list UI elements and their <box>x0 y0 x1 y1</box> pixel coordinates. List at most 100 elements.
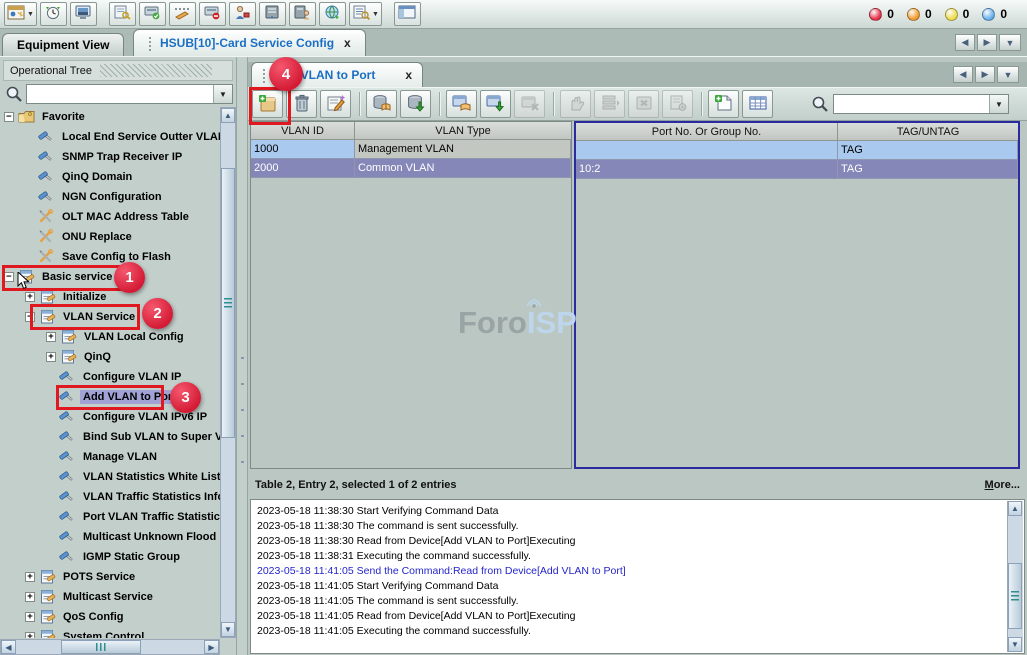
expand-icon[interactable]: + <box>25 612 35 622</box>
tab-scroll-right-icon[interactable]: ▶ <box>977 34 997 51</box>
tree-item[interactable]: Add VLAN to Port <box>0 387 220 407</box>
tree-item[interactable]: NGN Configuration <box>0 187 220 207</box>
workspace-button[interactable]: ▼ <box>4 2 37 26</box>
web-manage-button[interactable] <box>319 2 346 26</box>
tree-item[interactable]: Port VLAN Traffic Statistics <box>0 507 220 527</box>
scroll-down-icon[interactable]: ▼ <box>1008 637 1022 652</box>
modify-entry-button[interactable] <box>320 90 351 118</box>
chevron-down-icon[interactable]: ▼ <box>213 85 232 103</box>
tree-item[interactable]: +VLAN Local Config <box>0 327 220 347</box>
tree-item[interactable]: VLAN Traffic Statistics Info <box>0 487 220 507</box>
log-search-button[interactable]: ▼ <box>349 2 382 26</box>
tree-item[interactable]: +QinQ <box>0 347 220 367</box>
table-search-input[interactable] <box>834 95 989 113</box>
new-page-button[interactable] <box>708 90 739 118</box>
scroll-left-icon[interactable]: ◀ <box>1 640 16 654</box>
close-icon[interactable]: x <box>344 36 351 50</box>
alarm-indicator-major[interactable]: 0 <box>907 7 932 21</box>
tree-item[interactable]: −Favorite <box>0 107 220 127</box>
expand-icon[interactable]: + <box>46 352 56 362</box>
tree-item[interactable]: QinQ Domain <box>0 167 220 187</box>
tree-item[interactable]: Configure VLAN IP <box>0 367 220 387</box>
tree-item[interactable]: VLAN Statistics White List <box>0 467 220 487</box>
table-row[interactable]: 10:2TAG <box>576 160 1018 179</box>
tree-item[interactable]: ONU Replace <box>0 227 220 247</box>
tree-item[interactable]: OLT MAC Address Table <box>0 207 220 227</box>
close-icon[interactable]: x <box>405 68 412 82</box>
panel-window-button[interactable] <box>394 2 421 26</box>
user-service-button[interactable] <box>229 2 256 26</box>
expand-icon[interactable]: + <box>25 592 35 602</box>
scroll-up-icon[interactable]: ▲ <box>1008 501 1022 516</box>
expand-icon[interactable]: + <box>25 292 35 302</box>
tree-item[interactable]: −VLAN Service <box>0 307 220 327</box>
tab-add-vlan-to-port[interactable]: Add VLAN to Port x <box>251 62 423 87</box>
onu-monitor-button[interactable] <box>70 2 97 26</box>
schedule-task-button[interactable] <box>40 2 67 26</box>
tree-item[interactable]: Multicast Unknown Flood <box>0 527 220 547</box>
tree-item[interactable]: Configure VLAN IPv6 IP <box>0 407 220 427</box>
expand-icon[interactable]: + <box>25 572 35 582</box>
collapse-icon[interactable]: − <box>4 272 14 282</box>
apply-to-device-button[interactable] <box>480 90 511 118</box>
tree-item[interactable]: Manage VLAN <box>0 447 220 467</box>
show-table-button[interactable] <box>742 90 773 118</box>
chevron-down-icon[interactable]: ▼ <box>989 95 1008 113</box>
collapse-icon[interactable]: − <box>25 312 35 322</box>
table-row[interactable]: TAG <box>576 141 1018 160</box>
alarm-indicator-minor[interactable]: 0 <box>945 7 970 21</box>
delete-entry-button[interactable] <box>286 90 317 118</box>
tab-equipment-view[interactable]: Equipment View <box>2 33 124 56</box>
read-from-device-button[interactable] <box>446 90 477 118</box>
column-header[interactable]: TAG/UNTAG <box>838 123 1018 141</box>
scroll-down-icon[interactable]: ▼ <box>221 622 235 637</box>
tab-scroll-left-icon[interactable]: ◀ <box>955 34 975 51</box>
scroll-up-icon[interactable]: ▲ <box>221 108 235 123</box>
more-link[interactable]: More... <box>985 479 1020 491</box>
column-header[interactable]: Port No. Or Group No. <box>576 123 838 141</box>
tree-item[interactable]: +POTS Service <box>0 567 220 587</box>
panel-splitter[interactable] <box>236 57 248 655</box>
dropdown-arrow-icon[interactable]: ▼ <box>372 11 379 18</box>
tab-scroll-right-icon[interactable]: ▶ <box>975 66 995 83</box>
tree-item[interactable]: +Initialize <box>0 287 220 307</box>
tree-item[interactable]: Local End Service Outter VLAN <box>0 127 220 147</box>
scroll-right-icon[interactable]: ▶ <box>204 640 219 654</box>
collapse-icon[interactable]: − <box>4 112 14 122</box>
device-confirm-button[interactable] <box>139 2 166 26</box>
server-user-button[interactable] <box>289 2 316 26</box>
alarm-indicator-warning[interactable]: 0 <box>982 7 1007 21</box>
dropdown-arrow-icon[interactable]: ▼ <box>27 11 34 18</box>
tree-item[interactable]: +System Control <box>0 627 220 638</box>
tab-list-dropdown-icon[interactable]: ▼ <box>997 66 1019 83</box>
scrollbar-thumb[interactable] <box>61 640 141 654</box>
tree-item[interactable]: +Multicast Service <box>0 587 220 607</box>
device-remove-button[interactable] <box>199 2 226 26</box>
server-button[interactable] <box>259 2 286 26</box>
alarm-indicator-critical[interactable]: 0 <box>869 7 894 21</box>
scrollbar-thumb[interactable] <box>1008 563 1022 629</box>
column-header[interactable]: VLAN Type <box>355 122 571 140</box>
tab-card-service-config[interactable]: HSUB[10]-Card Service Config x <box>133 29 366 56</box>
tab-list-dropdown-icon[interactable]: ▼ <box>999 34 1021 51</box>
tree-item[interactable]: −Basic service <box>0 267 220 287</box>
tree-item[interactable]: IGMP Static Group <box>0 547 220 567</box>
tree-search-input[interactable] <box>27 85 213 103</box>
read-from-db-button[interactable] <box>366 90 397 118</box>
save-to-db-button[interactable] <box>400 90 431 118</box>
tree-horizontal-scrollbar[interactable]: ◀ ▶ <box>0 639 220 655</box>
tree-item[interactable]: Bind Sub VLAN to Super VL <box>0 427 220 447</box>
scrollbar-thumb[interactable] <box>221 168 235 438</box>
table-row[interactable]: 1000Management VLAN <box>251 140 571 159</box>
tree-item[interactable]: SNMP Trap Receiver IP <box>0 147 220 167</box>
tree-item[interactable]: +QoS Config <box>0 607 220 627</box>
table-row[interactable]: 2000Common VLAN <box>251 159 571 178</box>
column-header[interactable]: VLAN ID <box>251 122 355 140</box>
tree-item[interactable]: Save Config to Flash <box>0 247 220 267</box>
tab-scroll-left-icon[interactable]: ◀ <box>953 66 973 83</box>
log-vertical-scrollbar[interactable]: ▲ ▼ <box>1007 501 1023 652</box>
add-entry-button[interactable] <box>252 90 283 118</box>
license-button[interactable] <box>109 2 136 26</box>
expand-icon[interactable]: + <box>25 632 35 638</box>
expand-icon[interactable]: + <box>46 332 56 342</box>
